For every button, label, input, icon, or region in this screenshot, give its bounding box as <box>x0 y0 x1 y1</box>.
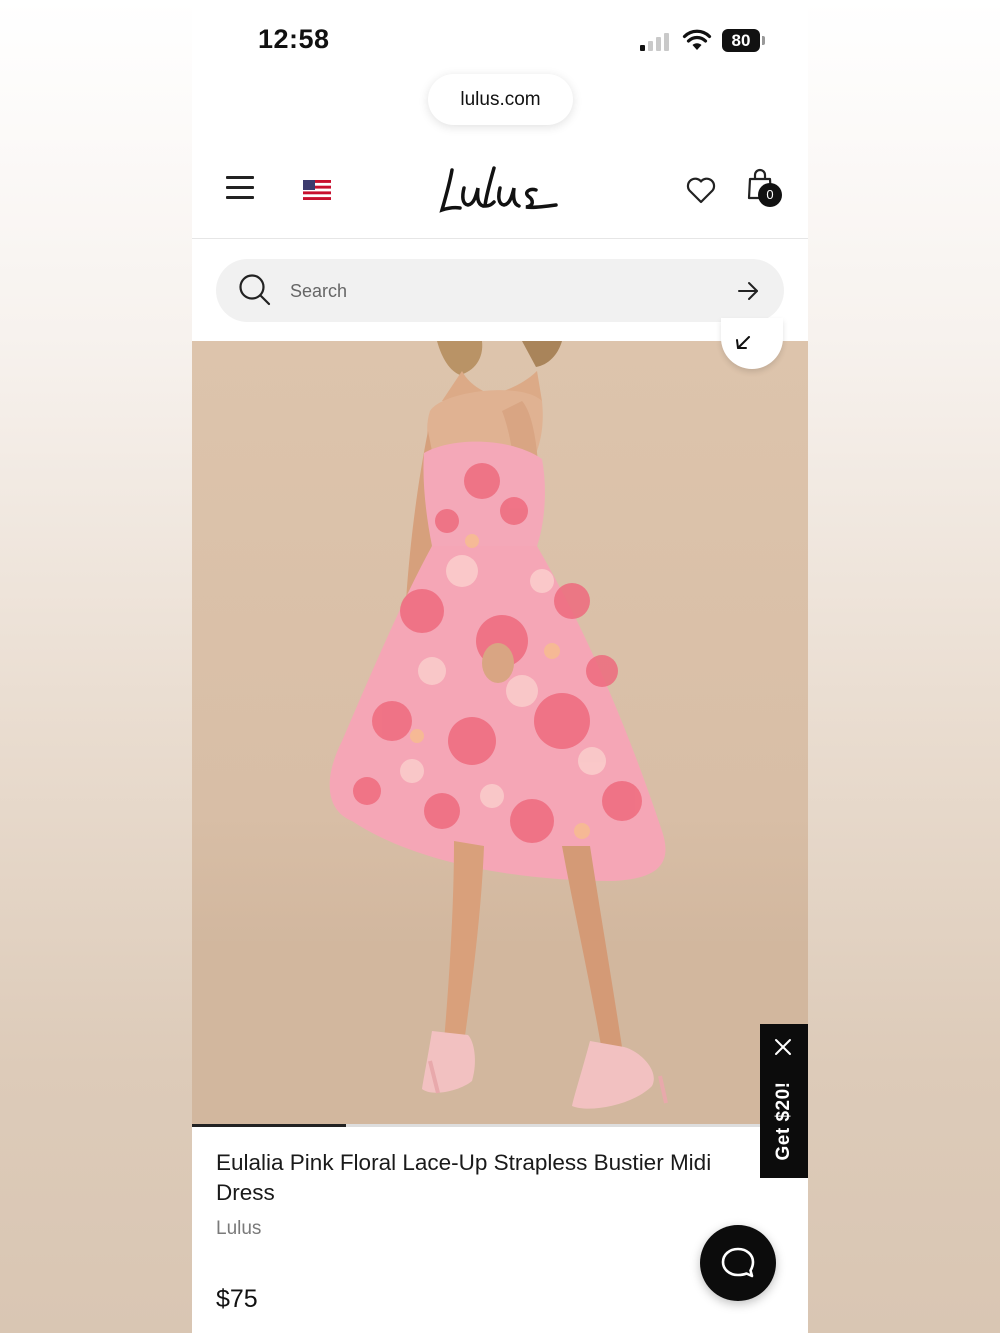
lulus-logo[interactable] <box>438 160 562 220</box>
lulus-logo-mark <box>439 166 558 213</box>
dress-photo-illustration <box>192 341 808 1125</box>
search-bar[interactable] <box>216 259 784 322</box>
search-input[interactable] <box>290 277 710 305</box>
product-title: Eulalia Pink Floral Lace-Up Strapless Bu… <box>216 1150 712 1205</box>
chat-button[interactable] <box>700 1225 776 1301</box>
phone-screen: 12:58 80 lulus.com 0 Search Get $20! Eul… <box>192 0 808 1333</box>
collapse-arrow-icon <box>736 336 750 349</box>
product-brand[interactable]: Lulus <box>216 1218 261 1240</box>
us-flag-icon[interactable] <box>303 180 331 200</box>
image-carousel-progress-fill <box>192 1124 346 1127</box>
close-icon[interactable] <box>774 1038 792 1056</box>
battery-indicator: 80 <box>722 29 760 52</box>
status-time: 12:58 <box>258 24 330 54</box>
arrow-right-icon[interactable] <box>736 280 760 302</box>
promo-label[interactable]: Get $20! <box>773 1082 795 1161</box>
search-icon <box>239 274 271 306</box>
hamburger-menu-icon[interactable] <box>226 176 254 200</box>
image-carousel-progress <box>192 1124 808 1127</box>
url-bar[interactable]: lulus.com <box>428 74 573 125</box>
heart-icon[interactable] <box>685 175 717 205</box>
product-image[interactable] <box>192 341 808 1125</box>
product-price: $75 <box>216 1285 258 1313</box>
cart-count-badge: 0 <box>758 183 782 207</box>
signal-icon <box>640 31 672 51</box>
wifi-icon <box>682 29 712 50</box>
chat-bubble-icon <box>721 1247 755 1278</box>
battery-cap <box>762 36 765 45</box>
header-divider <box>192 238 808 239</box>
